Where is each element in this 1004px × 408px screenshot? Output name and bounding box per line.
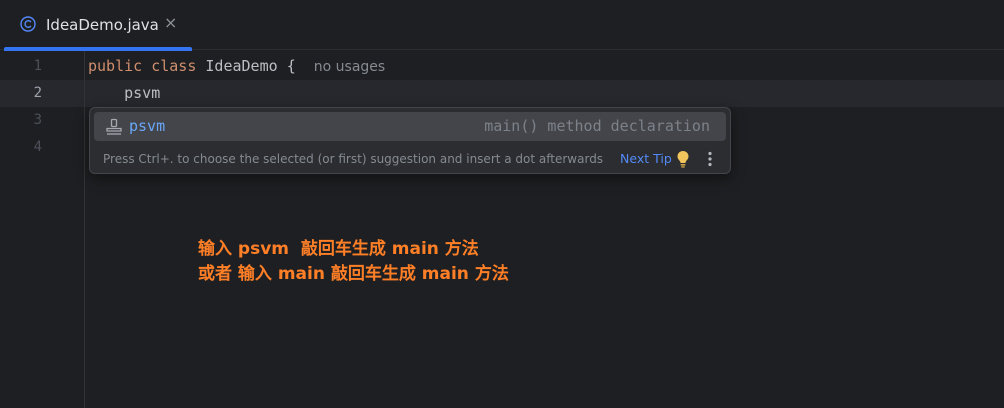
completion-item-name: psvm [129,117,166,135]
line-number: 2 [33,85,42,101]
more-vertical-icon[interactable] [702,149,718,169]
completion-item-psvm[interactable]: psvm main() method declaration [94,112,726,141]
lightbulb-icon[interactable] [676,149,690,169]
tab-title: IdeaDemo.java [46,16,159,34]
next-tip-link[interactable]: Next Tip [620,150,672,168]
line-number: 1 [33,58,42,74]
typed-abbreviation: psvm [124,84,161,102]
code-completion-popup: psvm main() method declaration Press Ctr… [89,107,731,174]
completion-tip-text: Press Ctrl+. to choose the selected (or … [103,152,604,166]
completion-item-description: main() method declaration [484,117,710,135]
code-line-2[interactable]: psvm [88,80,160,107]
code-editor[interactable]: 1 2 3 4 public class IdeaDemo { no usage… [0,51,1004,408]
class-name: IdeaDemo [205,57,278,75]
annotation-line-1: 输入 psvm 敲回车生成 main 方法 [198,239,479,259]
editor-tab-bar: IdeaDemo.java × [0,0,1004,51]
tab-ideademo-java[interactable]: IdeaDemo.java × [4,0,192,51]
usages-inlay-hint[interactable]: no usages [314,59,385,75]
live-template-icon [106,118,122,135]
java-class-icon [20,16,36,32]
line-number: 3 [33,112,42,128]
gutter-divider [84,51,85,408]
annotation-line-2: 或者 输入 main 敲回车生成 main 方法 [198,264,509,284]
keyword-class: class [151,57,197,75]
line-number: 4 [33,139,42,155]
keyword-public: public [88,57,143,75]
code-line-1[interactable]: public class IdeaDemo { no usages [88,53,385,81]
open-brace: { [286,57,296,75]
close-icon[interactable]: × [164,13,177,33]
